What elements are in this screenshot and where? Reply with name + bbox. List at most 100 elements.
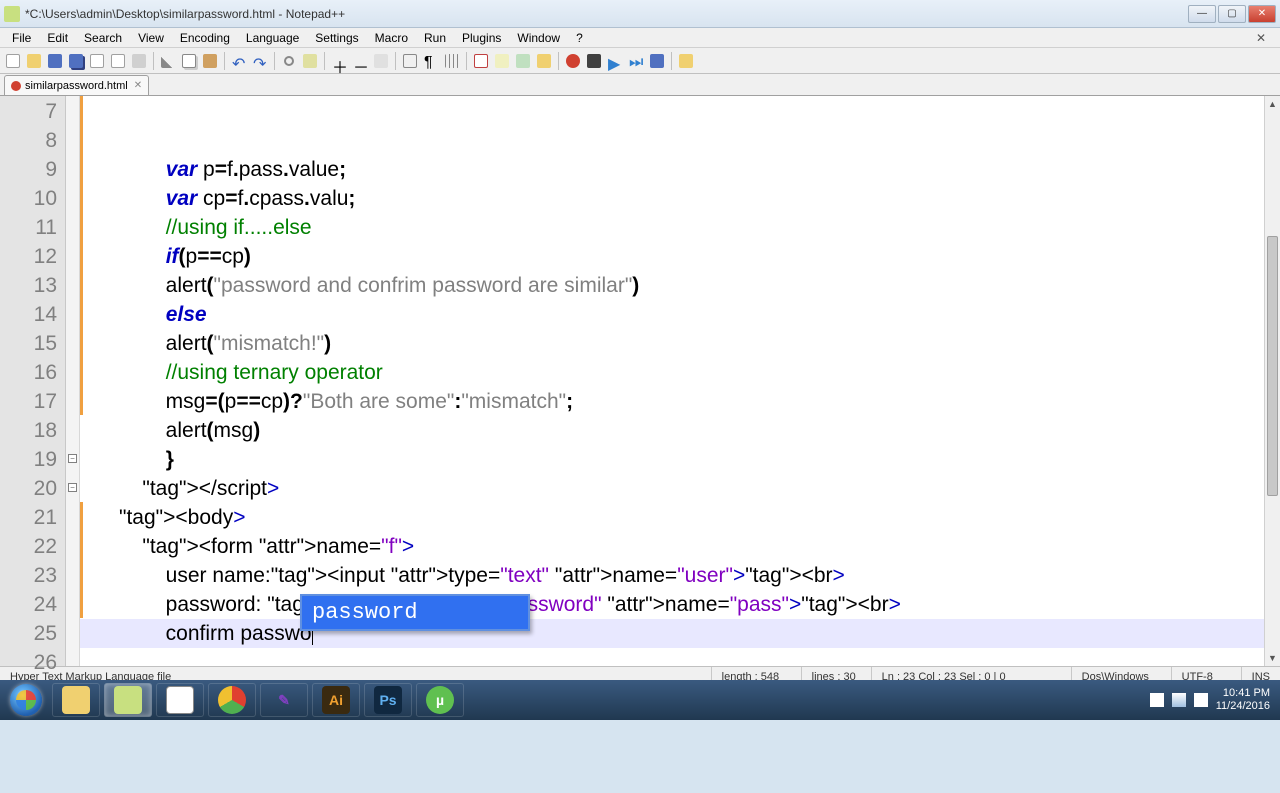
new-file-button[interactable]: [4, 52, 22, 70]
minimize-button[interactable]: —: [1188, 5, 1216, 23]
save-all-button[interactable]: [67, 52, 85, 70]
code-line[interactable]: confirm passwo: [80, 619, 1264, 648]
replace-button[interactable]: [301, 52, 319, 70]
task-paint[interactable]: ✎: [260, 683, 308, 717]
editor: 7891011121314151617181920212223242526 − −…: [0, 96, 1280, 666]
monitor-button[interactable]: [677, 52, 695, 70]
folder-button[interactable]: [535, 52, 553, 70]
menu-settings[interactable]: Settings: [307, 29, 366, 47]
tab-close-icon[interactable]: ✕: [134, 80, 142, 91]
code-line[interactable]: user name:"tag"><input "attr">type="text…: [80, 561, 1264, 590]
undo-button[interactable]: ↶: [230, 52, 248, 70]
close-file-button[interactable]: [88, 52, 106, 70]
task-chrome[interactable]: [208, 683, 256, 717]
play-mult-button[interactable]: ⏭: [627, 52, 645, 70]
copy-button[interactable]: [180, 52, 198, 70]
scroll-down-icon[interactable]: ▼: [1265, 650, 1280, 666]
code-line[interactable]: if(p==cp): [80, 242, 1264, 271]
sync-v-button[interactable]: [372, 52, 390, 70]
file-tab-label: similarpassword.html: [25, 80, 128, 92]
open-file-button[interactable]: [25, 52, 43, 70]
code-line[interactable]: var cp=f.cpass.valu;: [80, 184, 1264, 213]
code-line[interactable]: [80, 648, 1264, 677]
print-button[interactable]: [130, 52, 148, 70]
tray-time: 10:41 PM: [1216, 687, 1270, 700]
show-all-chars-button[interactable]: ¶: [422, 52, 440, 70]
find-button[interactable]: [280, 52, 298, 70]
code-line[interactable]: msg=(p==cp)?"Both are some":"mismatch";: [80, 387, 1264, 416]
doc-close-icon[interactable]: ✕: [1248, 29, 1274, 47]
task-notepadpp[interactable]: [104, 683, 152, 717]
tray-clock[interactable]: 10:41 PM 11/24/2016: [1216, 687, 1270, 713]
menu-?[interactable]: ?: [568, 29, 591, 47]
redo-button[interactable]: ↷: [251, 52, 269, 70]
save-button[interactable]: [46, 52, 64, 70]
doc-map-button[interactable]: [493, 52, 511, 70]
func-list-button[interactable]: [514, 52, 532, 70]
code-line[interactable]: "tag"></script​>: [80, 474, 1264, 503]
menu-run[interactable]: Run: [416, 29, 454, 47]
code-line[interactable]: else: [80, 300, 1264, 329]
tray-flag-icon[interactable]: [1150, 693, 1164, 707]
menu-language[interactable]: Language: [238, 29, 307, 47]
task-explorer[interactable]: [52, 683, 100, 717]
menu-macro[interactable]: Macro: [367, 29, 416, 47]
code-line[interactable]: alert("password and confrim password are…: [80, 271, 1264, 300]
autocomplete-popup[interactable]: password: [300, 594, 530, 631]
tray-volume-icon[interactable]: [1194, 693, 1208, 707]
fold-toggle[interactable]: −: [68, 454, 77, 463]
close-button[interactable]: ✕: [1248, 5, 1276, 23]
code-line[interactable]: alert(msg): [80, 416, 1264, 445]
maximize-button[interactable]: ▢: [1218, 5, 1246, 23]
window-title: *C:\Users\admin\Desktop\similarpassword.…: [25, 7, 1188, 21]
line-number-gutter: 7891011121314151617181920212223242526: [0, 96, 66, 666]
menu-file[interactable]: File: [4, 29, 39, 47]
menu-plugins[interactable]: Plugins: [454, 29, 509, 47]
save-macro-button[interactable]: [648, 52, 666, 70]
task-illustrator[interactable]: Ai: [312, 683, 360, 717]
record-macro-button[interactable]: [564, 52, 582, 70]
wordwrap-button[interactable]: [401, 52, 419, 70]
system-tray[interactable]: 10:41 PM 11/24/2016: [1150, 687, 1276, 713]
code-line[interactable]: "tag"><body>: [80, 503, 1264, 532]
zoom-in-button[interactable]: ＋: [330, 52, 348, 70]
code-line[interactable]: alert("mismatch!"): [80, 329, 1264, 358]
fold-toggle[interactable]: −: [68, 483, 77, 492]
menu-encoding[interactable]: Encoding: [172, 29, 238, 47]
toolbar: ↶ ↷ ＋ － ¶ ▶ ⏭: [0, 48, 1280, 74]
menu-search[interactable]: Search: [76, 29, 130, 47]
indent-guide-button[interactable]: [443, 52, 461, 70]
start-button[interactable]: [4, 683, 48, 717]
menu-edit[interactable]: Edit: [39, 29, 76, 47]
menu-bar: FileEditSearchViewEncodingLanguageSettin…: [0, 28, 1280, 48]
code-line[interactable]: //using ternary operator: [80, 358, 1264, 387]
zoom-out-button[interactable]: －: [351, 52, 369, 70]
scroll-thumb[interactable]: [1267, 236, 1278, 496]
code-line[interactable]: //using if.....else: [80, 213, 1264, 242]
close-all-button[interactable]: [109, 52, 127, 70]
windows-orb-icon: [10, 684, 42, 716]
window-titlebar: *C:\Users\admin\Desktop\similarpassword.…: [0, 0, 1280, 28]
tray-date: 11/24/2016: [1216, 700, 1270, 713]
ln-button[interactable]: [472, 52, 490, 70]
vertical-scrollbar[interactable]: ▲ ▼: [1264, 96, 1280, 666]
code-line[interactable]: var p=f.pass.value;: [80, 155, 1264, 184]
menu-view[interactable]: View: [130, 29, 172, 47]
code-line[interactable]: password: "tag"><input "attr">type="pass…: [80, 590, 1264, 619]
scroll-up-icon[interactable]: ▲: [1265, 96, 1280, 112]
task-photoshop[interactable]: Ps: [364, 683, 412, 717]
code-line[interactable]: }: [80, 445, 1264, 474]
code-line[interactable]: "tag"><form "attr">name="f">: [80, 532, 1264, 561]
cut-button[interactable]: [159, 52, 177, 70]
menu-window[interactable]: Window: [509, 29, 568, 47]
file-tab[interactable]: similarpassword.html ✕: [4, 75, 149, 95]
task-utorrent[interactable]: µ: [416, 683, 464, 717]
autocomplete-item[interactable]: password: [302, 596, 528, 629]
paste-button[interactable]: [201, 52, 219, 70]
code-area[interactable]: var p=f.pass.value; var cp=f.cpass.valu;…: [80, 96, 1264, 666]
task-notepad[interactable]: [156, 683, 204, 717]
tray-network-icon[interactable]: [1172, 693, 1186, 707]
stop-macro-button[interactable]: [585, 52, 603, 70]
app-icon: [4, 6, 20, 22]
play-macro-button[interactable]: ▶: [606, 52, 624, 70]
